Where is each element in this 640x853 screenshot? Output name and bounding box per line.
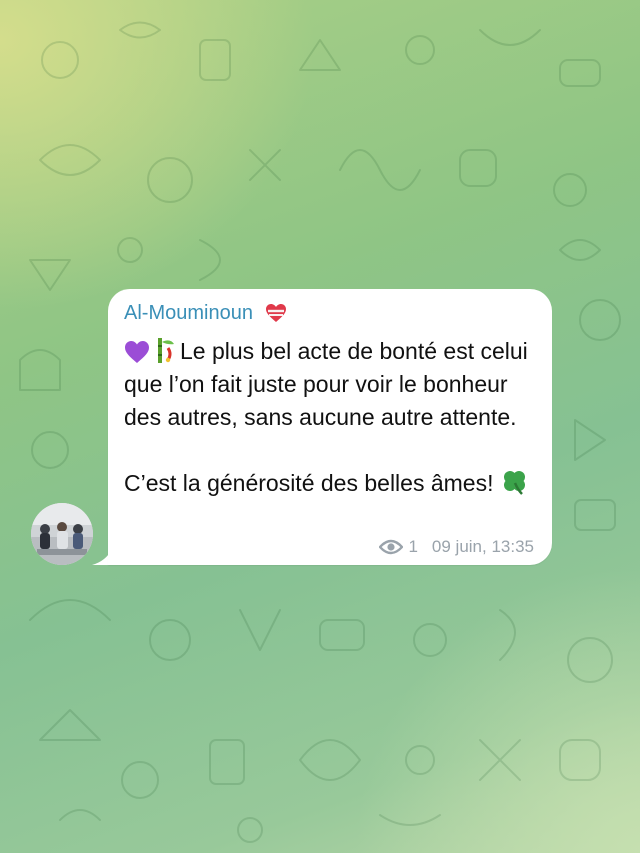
sender-name[interactable]: Al-Mouminoun: [124, 302, 253, 324]
message-bubble[interactable]: Al-Mouminoun Le plus bel acte de bonté e…: [108, 289, 552, 565]
message-paragraph-2: C’est la générosité des belles âmes!: [124, 470, 494, 496]
message-text: Le plus bel acte de bonté est celui que …: [124, 335, 544, 500]
message-meta: 1 09 juin, 13:35: [379, 537, 534, 557]
eye-icon: [379, 539, 404, 555]
broken-heart-icon: [265, 304, 286, 322]
avatar-photo: [31, 503, 93, 565]
view-count: 1: [408, 537, 418, 556]
sender-avatar[interactable]: [31, 503, 93, 565]
message-paragraph-1: Le plus bel acte de bonté est celui que …: [124, 338, 528, 430]
message-timestamp: 09 juin, 13:35: [431, 537, 534, 556]
sender-name-row[interactable]: Al-Mouminoun: [124, 301, 287, 325]
four-leaf-clover-icon: [503, 471, 525, 495]
purple-heart-icon: [125, 341, 149, 363]
bamboo-icon: [158, 338, 174, 363]
